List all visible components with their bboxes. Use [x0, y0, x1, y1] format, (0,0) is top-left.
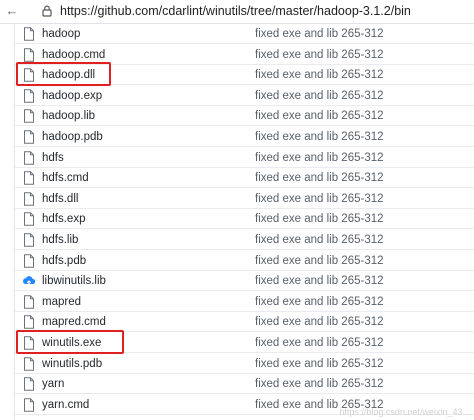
- commit-message-link[interactable]: fixed exe and lib 265-312: [255, 129, 384, 145]
- file-name-link[interactable]: hdfs.lib: [42, 232, 78, 248]
- commit-message-link[interactable]: fixed exe and lib 265-312: [255, 47, 384, 63]
- commit-message-link[interactable]: fixed exe and lib 265-312: [255, 170, 384, 186]
- file-name-link[interactable]: hadoop.lib: [42, 108, 95, 124]
- browser-address-bar[interactable]: ← https://github.com/cdarlint/winutils/t…: [0, 0, 474, 24]
- file-icon: [24, 356, 34, 371]
- commit-message-link[interactable]: fixed exe and lib 265-312: [255, 314, 384, 330]
- commit-message-link[interactable]: fixed exe and lib 265-312: [255, 376, 384, 392]
- file-listing: hadoop fixed exe and lib 265-312 hadoop.cm…: [14, 24, 474, 420]
- file-name-link[interactable]: winutils.pdb: [42, 356, 102, 372]
- file-row[interactable]: hadoop.dll fixed exe and lib 265-312: [15, 62, 474, 87]
- file-row[interactable]: hdfs.exp fixed exe and lib 265-312: [15, 209, 474, 230]
- url-path: /cdarlint/winutils/tree/master/hadoop-3.…: [158, 4, 411, 18]
- commit-message-link[interactable]: fixed exe and lib 265-312: [255, 335, 384, 351]
- file-name-link[interactable]: hdfs.cmd: [42, 170, 89, 186]
- file-name-link[interactable]: hdfs.dll: [42, 191, 78, 207]
- file-name-link[interactable]: hadoop.exp: [42, 88, 102, 104]
- file-row[interactable]: hdfs.pdb fixed exe and lib 265-312: [15, 251, 474, 271]
- file-name-link[interactable]: hadoop: [42, 26, 80, 42]
- back-arrow-icon[interactable]: ←: [4, 3, 20, 19]
- file-row[interactable]: libwinutils.lib fixed exe and lib 265-312: [15, 271, 474, 292]
- upload-icon: [23, 276, 35, 287]
- file-icon: [24, 377, 34, 391]
- file-row[interactable]: yarn fixed exe and lib 265-312: [15, 374, 474, 395]
- commit-message-link[interactable]: fixed exe and lib 265-312: [255, 211, 384, 227]
- commit-message-link[interactable]: fixed exe and lib 265-312: [255, 67, 384, 83]
- file-icon: [24, 295, 34, 309]
- file-icon: [24, 398, 34, 412]
- file-icon: [24, 253, 34, 268]
- file-row[interactable]: hdfs.cmd fixed exe and lib 265-312: [15, 168, 474, 189]
- commit-message-link[interactable]: fixed exe and lib 265-312: [255, 273, 384, 289]
- file-icon: [24, 47, 34, 62]
- commit-message-link[interactable]: fixed exe and lib 265-312: [255, 253, 384, 269]
- file-row[interactable]: hdfs.dll fixed exe and lib 265-312: [15, 189, 474, 209]
- file-row[interactable]: hadoop.exp fixed exe and lib 265-312: [15, 86, 474, 106]
- file-row[interactable]: hdfs fixed exe and lib 265-312: [15, 148, 474, 168]
- url-text[interactable]: https://github.com/cdarlint/winutils/tre…: [60, 3, 411, 19]
- file-name-link[interactable]: yarn.cmd: [42, 397, 89, 413]
- highlight-box: [16, 330, 124, 354]
- file-name-link[interactable]: libwinutils.lib: [42, 273, 106, 289]
- file-name-link[interactable]: hdfs.pdb: [42, 253, 86, 269]
- file-name-link[interactable]: hdfs: [42, 150, 64, 166]
- url-host: https://github.com: [60, 4, 159, 18]
- file-icon: [24, 315, 34, 330]
- file-icon: [24, 212, 34, 227]
- file-icon: [24, 150, 34, 165]
- file-icon: [24, 233, 34, 247]
- commit-message-link[interactable]: fixed exe and lib 265-312: [255, 26, 384, 42]
- file-icon: [24, 171, 34, 185]
- file-row[interactable]: hadoop fixed exe and lib 265-312: [15, 24, 474, 44]
- file-icon: [24, 130, 34, 144]
- file-icon: [24, 89, 34, 103]
- file-row[interactable]: hadoop.lib fixed exe and lib 265-312: [15, 106, 474, 127]
- file-name-link[interactable]: hdfs.exp: [42, 211, 85, 227]
- file-row[interactable]: winutils.exe fixed exe and lib 265-312: [15, 330, 474, 354]
- file-row[interactable]: winutils.pdb fixed exe and lib 265-312: [15, 354, 474, 374]
- file-name-link[interactable]: mapred.cmd: [42, 314, 106, 330]
- file-row[interactable]: mapred fixed exe and lib 265-312: [15, 292, 474, 312]
- commit-message-link[interactable]: fixed exe and lib 265-312: [255, 88, 384, 104]
- commit-message-link[interactable]: fixed exe and lib 265-312: [255, 108, 384, 124]
- file-row[interactable]: hdfs.lib fixed exe and lib 265-312: [15, 230, 474, 250]
- commit-message-link[interactable]: fixed exe and lib 265-312: [255, 150, 384, 166]
- file-name-link[interactable]: yarn: [42, 376, 64, 392]
- watermark: https://blog.csdn.net/weixin_43...: [339, 407, 470, 417]
- lock-icon: [42, 5, 52, 17]
- file-icon: [24, 192, 34, 206]
- highlight-box: [16, 62, 111, 87]
- file-row[interactable]: hadoop.pdb fixed exe and lib 265-312: [15, 127, 474, 147]
- file-name-link[interactable]: mapred: [42, 294, 81, 310]
- file-icon: [24, 27, 34, 41]
- commit-message-link[interactable]: fixed exe and lib 265-312: [255, 232, 384, 248]
- commit-message-link[interactable]: fixed exe and lib 265-312: [255, 294, 384, 310]
- file-name-link[interactable]: hadoop.cmd: [42, 47, 105, 63]
- commit-message-link[interactable]: fixed exe and lib 265-312: [255, 191, 384, 207]
- file-icon: [24, 109, 34, 124]
- file-name-link[interactable]: hadoop.pdb: [42, 129, 103, 145]
- commit-message-link[interactable]: fixed exe and lib 265-312: [255, 356, 384, 372]
